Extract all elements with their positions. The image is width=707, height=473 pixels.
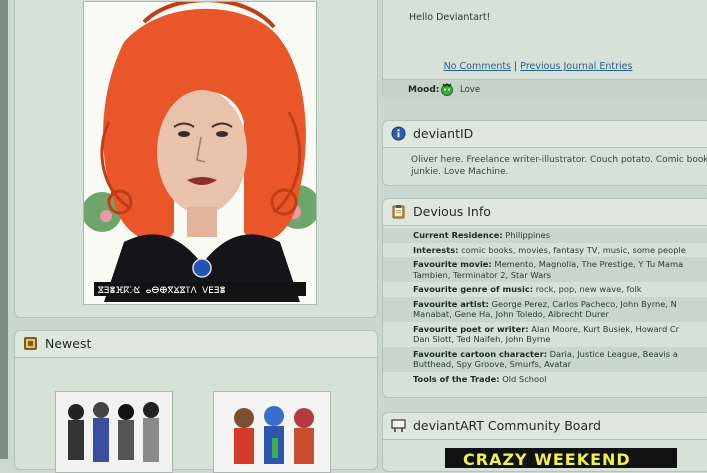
- info-label: Interests:: [413, 244, 459, 255]
- redhead-portrait-image: ⴵⴺⴻⴼⴽⴾⴿ ⴰⴱⴲⴳⴴⴵⴶⴷ ⴸⴹⴺⴻ: [82, 0, 320, 304]
- info-label: Tools of the Trade:: [413, 373, 500, 384]
- newest-thumbnail[interactable]: [213, 391, 331, 473]
- banner-text: CRAZY WEEKEND: [463, 450, 631, 468]
- devious-info-header: Devious Info: [383, 199, 707, 226]
- info-label: Favourite artist:: [413, 298, 489, 309]
- community-board-title: deviantART Community Board: [413, 418, 601, 433]
- info-row-music-genre: Favourite genre of music: rock, pop, new…: [383, 282, 707, 297]
- info-value: Daria, Justice League, Beavis a: [549, 348, 678, 359]
- journal-links: No Comments | Previous Journal Entries: [383, 61, 693, 72]
- clipboard-icon: [392, 205, 405, 219]
- superhero-group-thumbnail: [56, 392, 172, 472]
- newest-thumbnail[interactable]: [55, 391, 173, 473]
- creature-heroes-thumbnail: [214, 392, 330, 472]
- info-value-cont: Tambien, Terminator 2, Star Wars: [413, 269, 551, 280]
- info-icon: [391, 126, 406, 141]
- left-edge-bar: [0, 0, 8, 459]
- deviantid-panel: deviantID Oliver here. Freelance writer-…: [382, 120, 707, 186]
- deviantid-text: Oliver here. Freelance writer-illustrato…: [411, 155, 707, 177]
- newest-header: Newest: [15, 331, 377, 358]
- info-value-cont: Butthead, Spy Groove, Smurfs, Avatar: [413, 359, 572, 369]
- info-value: Old School: [502, 373, 547, 384]
- info-label: Current Residence:: [413, 230, 503, 240]
- info-value-cont: Dan Slott, Ted Naifeh, John Byrne: [413, 334, 551, 344]
- community-board-header: deviantART Community Board: [383, 413, 707, 440]
- info-row-artist: Favourite artist: George Perez, Carlos P…: [383, 296, 707, 322]
- newest-title: Newest: [45, 336, 92, 351]
- mood-row: Mood: Love: [383, 79, 707, 100]
- info-row-cartoon-character: Favourite cartoon character: Daria, Just…: [383, 346, 707, 372]
- devious-info-rows: Current Residence: Philippines Interests…: [383, 228, 707, 386]
- info-value: George Perez, Carlos Pacheco, John Byrne…: [491, 298, 677, 309]
- info-value: Memento, Magnolia, The Prestige, Y Tu Ma…: [494, 259, 684, 269]
- info-value-cont: Manabat, Gene Ha, John Toledo, Albrecht …: [413, 309, 609, 319]
- journal-panel: Hello Deviantart! No Comments | Previous…: [382, 0, 707, 100]
- signboard-icon: [391, 419, 406, 432]
- gallery-book-icon: [24, 337, 37, 350]
- info-value: rock, pop, new wave, folk: [535, 284, 642, 294]
- mood-value: Love: [460, 85, 481, 95]
- info-row-interests: Interests: comic books, movies, fantasy …: [383, 243, 707, 258]
- info-value: comic books, movies, fantasy TV, music, …: [461, 244, 686, 255]
- links-separator: |: [514, 61, 518, 72]
- info-row-residence: Current Residence: Philippines: [383, 228, 707, 243]
- deviantid-title: deviantID: [413, 126, 474, 141]
- mood-label: Mood:: [408, 85, 440, 95]
- previous-journal-entries-link[interactable]: Previous Journal Entries: [520, 61, 632, 72]
- info-label: Favourite movie:: [413, 259, 492, 269]
- info-value: Alan Moore, Kurt Busiek, Howard Cr: [531, 323, 680, 334]
- info-row-tools: Tools of the Trade: Old School: [383, 372, 707, 387]
- info-label: Favourite poet or writer:: [413, 323, 529, 334]
- featured-artwork[interactable]: ⴵⴺⴻⴼⴽⴾⴿ ⴰⴱⴲⴳⴴⴵⴶⴷ ⴸⴹⴺⴻ: [82, 0, 320, 305]
- info-row-poet-writer: Favourite poet or writer: Alan Moore, Ku…: [383, 322, 707, 347]
- deviantid-header: deviantID: [383, 121, 707, 148]
- community-board-panel: deviantART Community Board CRAZY WEEKEND: [382, 412, 707, 472]
- community-board-banner[interactable]: CRAZY WEEKEND: [445, 448, 677, 468]
- devious-info-title: Devious Info: [413, 204, 491, 219]
- no-comments-link[interactable]: No Comments: [444, 61, 511, 72]
- journal-body: Hello Deviantart!: [409, 12, 491, 23]
- info-value: Philippines: [505, 230, 551, 240]
- featured-art-panel: ⴵⴺⴻⴼⴽⴾⴿ ⴰⴱⴲⴳⴴⴵⴶⴷ ⴸⴹⴺⴻ: [14, 0, 378, 318]
- newest-panel: Newest: [14, 330, 378, 473]
- info-row-movie: Favourite movie: Memento, Magnolia, The …: [383, 257, 707, 282]
- love-mood-emoticon-icon: [441, 83, 453, 96]
- svg-text:ⴵⴺⴻⴼⴽⴾⴿ ⴰⴱⴲⴳⴴⴵⴶⴷ ⴸⴹⴺⴻ: ⴵⴺⴻⴼⴽⴾⴿ ⴰⴱⴲⴳⴴⴵⴶⴷ ⴸⴹⴺⴻ: [98, 286, 226, 296]
- devious-info-panel: Devious Info Current Residence: Philippi…: [382, 198, 707, 398]
- info-label: Favourite genre of music:: [413, 284, 534, 294]
- info-label: Favourite cartoon character:: [413, 348, 548, 359]
